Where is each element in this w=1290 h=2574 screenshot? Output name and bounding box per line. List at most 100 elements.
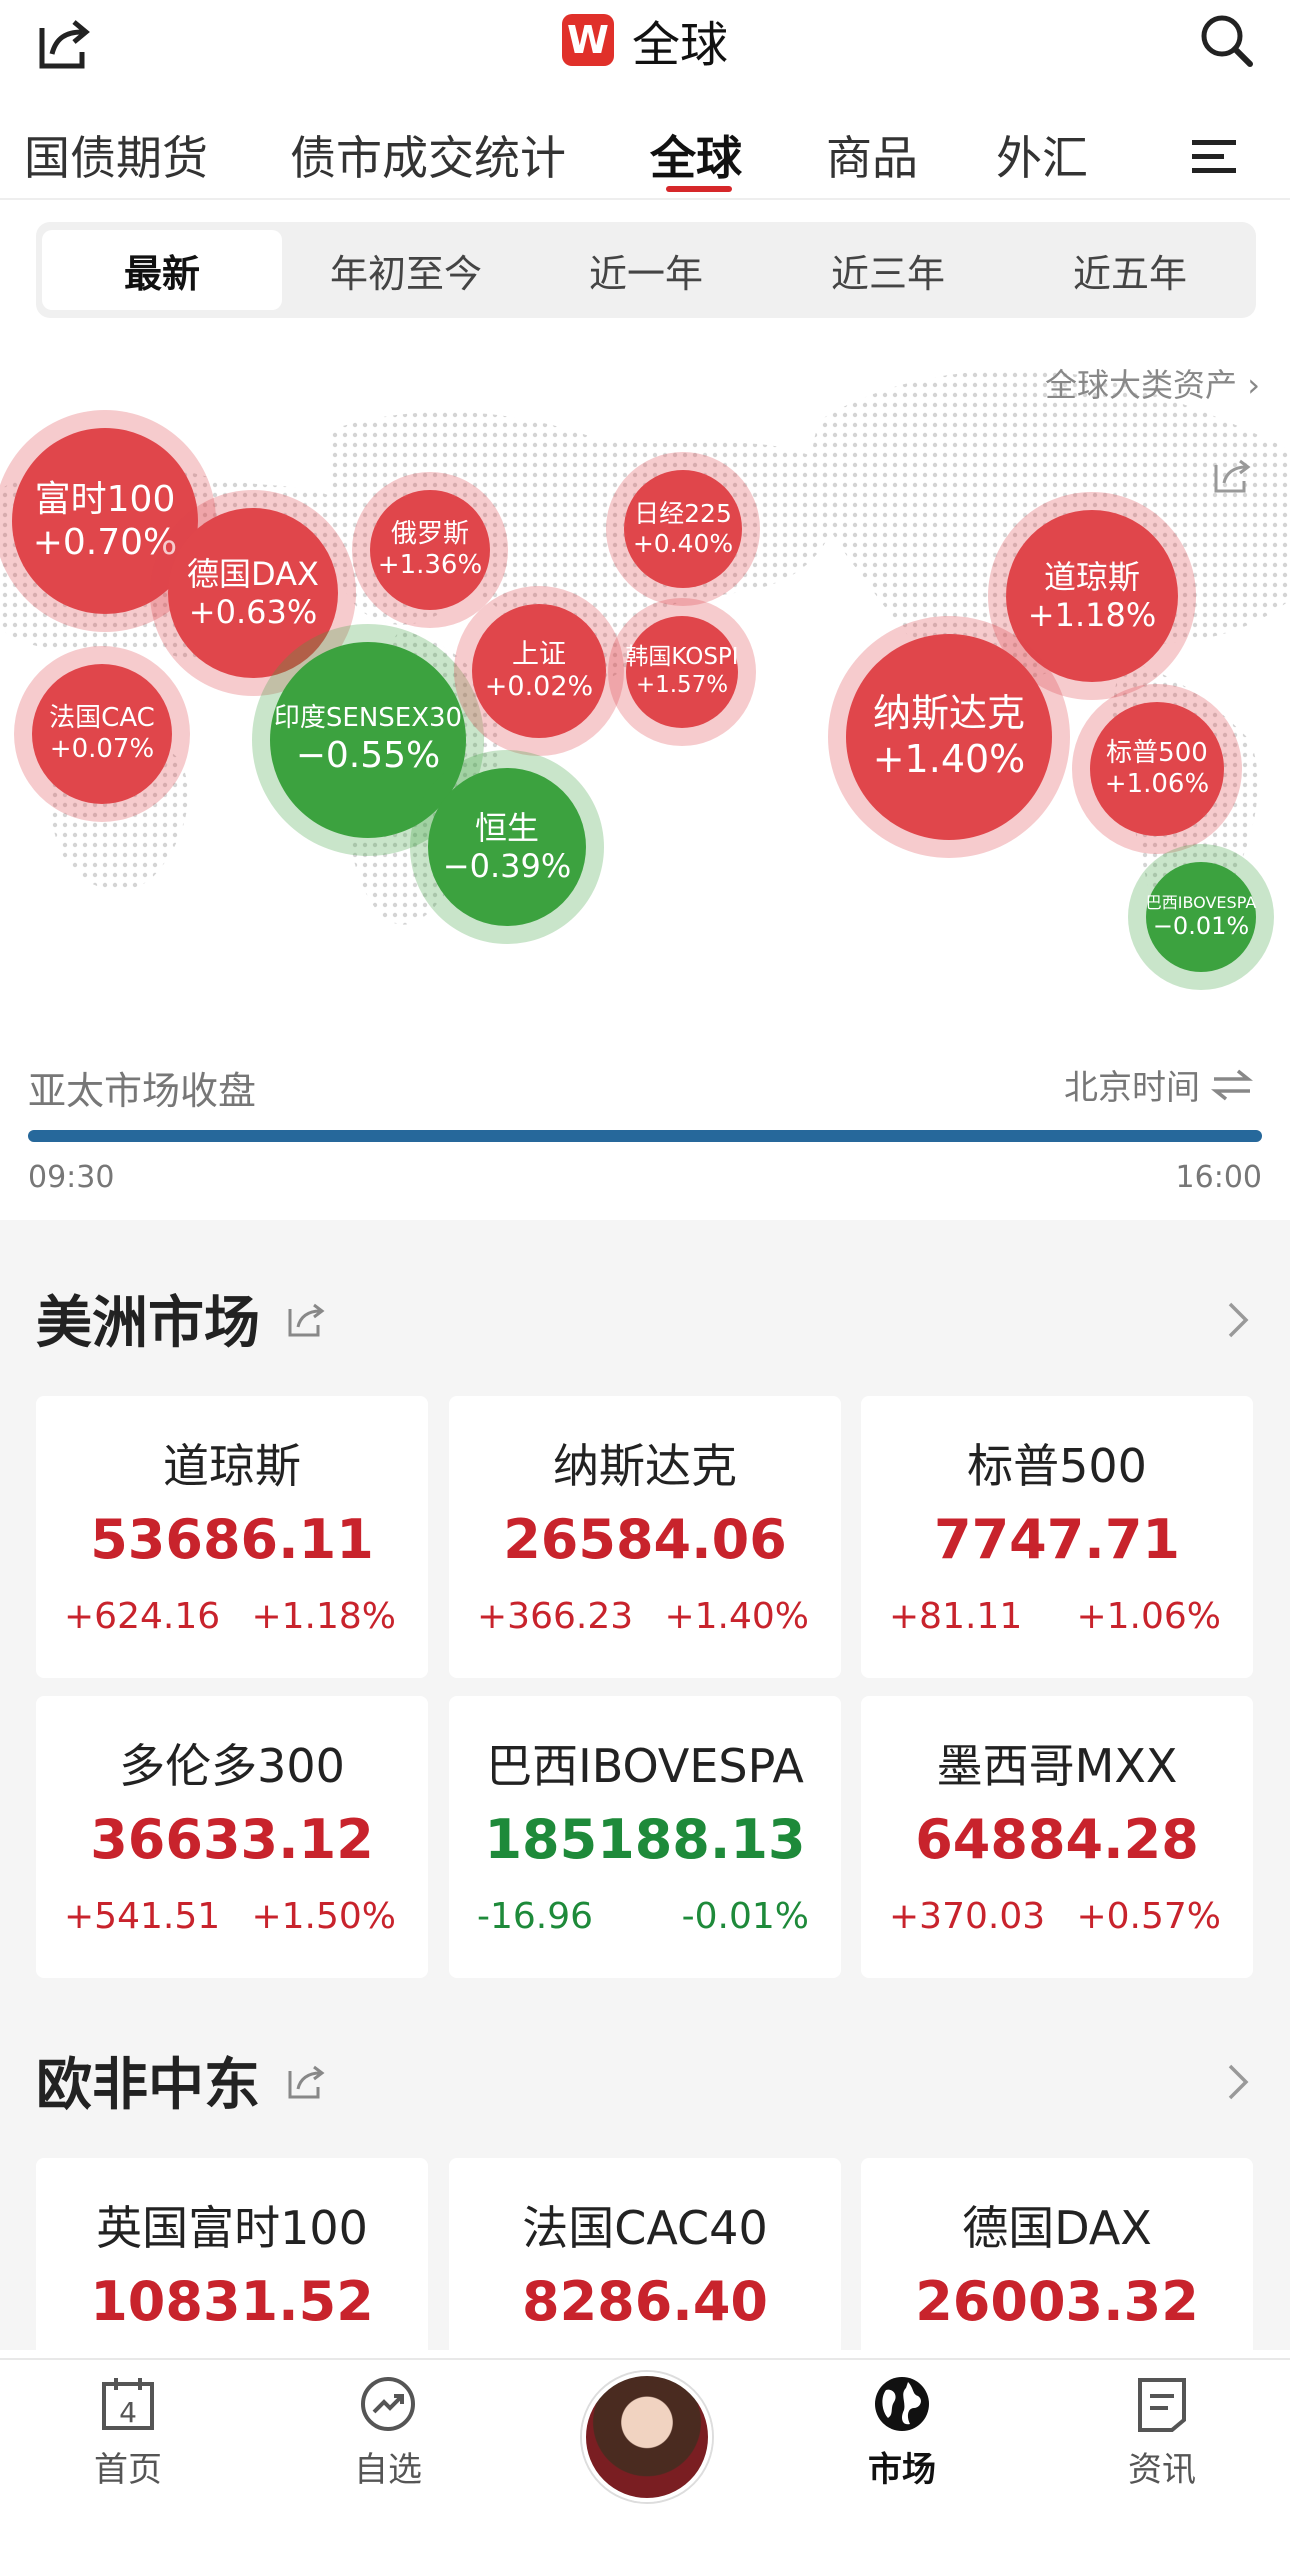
nav-label: 市场 — [868, 2450, 936, 2490]
bubble-kospi[interactable]: 韩国KOSPI +1.57% — [625, 616, 739, 728]
globe-icon — [875, 2377, 929, 2431]
period-latest[interactable]: 最新 — [42, 230, 282, 310]
market-card-ftse100[interactable]: 英国富时100 10831.52 — [36, 2158, 428, 2358]
emea-header[interactable]: 欧非中东 — [36, 2040, 326, 2121]
nav-market[interactable]: 市场 — [822, 2374, 982, 2491]
nav-label: 资讯 — [1128, 2450, 1196, 2490]
tab-global[interactable]: 全球 — [650, 122, 742, 188]
chevron-right-icon[interactable] — [1224, 2062, 1252, 2102]
period-selector: 最新 年初至今 近一年 近三年 近五年 — [36, 222, 1256, 318]
divider — [0, 198, 1290, 200]
title-bar: W 全球 — [0, 0, 1290, 80]
tab-commodities[interactable]: 商品 — [826, 122, 918, 188]
card-name: 纳斯达克 — [553, 1439, 737, 1493]
tab-treasury-futures[interactable]: 国债期货 — [24, 122, 208, 188]
card-name: 多伦多300 — [119, 1739, 345, 1793]
period-5y[interactable]: 近五年 — [1010, 230, 1250, 310]
tab-forex[interactable]: 外汇 — [996, 122, 1088, 188]
active-tab-indicator — [666, 186, 732, 192]
card-percent: -0.01% — [681, 1896, 809, 1937]
card-percent: +0.57% — [1076, 1896, 1221, 1937]
market-card-dowjones[interactable]: 道琼斯 53686.11 +624.16 +1.18% — [36, 1396, 428, 1678]
bubble-cac[interactable]: 法国CAC +0.07% — [32, 664, 172, 804]
bubble-ibovespa[interactable]: 巴西IBOVESPA −0.01% — [1146, 862, 1256, 972]
session-status: 亚太市场收盘 — [28, 1069, 257, 1113]
market-card-nasdaq[interactable]: 纳斯达克 26584.06 +366.23 +1.40% — [449, 1396, 841, 1678]
card-name: 德国DAX — [962, 2201, 1152, 2255]
market-card-mxx[interactable]: 墨西哥MXX 64884.28 +370.03 +0.57% — [861, 1696, 1253, 1978]
bubble-dax[interactable]: 德国DAX +0.63% — [168, 508, 338, 678]
card-change: +370.03 — [889, 1896, 1046, 1937]
market-card-tsx300[interactable]: 多伦多300 36633.12 +541.51 +1.50% — [36, 1696, 428, 1978]
bubble-shanghai[interactable]: 上证 +0.02% — [472, 604, 606, 738]
map-share-icon[interactable] — [1212, 455, 1252, 495]
chevron-right-icon[interactable] — [1224, 1300, 1252, 1340]
tab-bond-stats[interactable]: 债市成交统计 — [290, 122, 566, 188]
assistant-avatar[interactable] — [582, 2372, 712, 2502]
session-start-time: 09:30 — [28, 1160, 115, 1195]
timezone-toggle[interactable]: 北京时间 — [1064, 1060, 1254, 1109]
card-percent: +1.50% — [251, 1896, 396, 1937]
nav-news[interactable]: 资讯 — [1082, 2374, 1242, 2491]
bubble-hangseng[interactable]: 恒生 −0.39% — [428, 768, 586, 926]
americas-title: 美洲市场 — [36, 1291, 260, 1356]
card-change: +541.51 — [64, 1896, 221, 1937]
search-icon[interactable] — [1196, 10, 1256, 70]
card-percent: +1.06% — [1076, 1596, 1221, 1637]
timezone-label: 北京时间 — [1064, 1068, 1200, 1108]
trend-icon — [361, 2377, 415, 2431]
card-value: 53686.11 — [90, 1508, 374, 1571]
market-card-sp500[interactable]: 标普500 7747.71 +81.11 +1.06% — [861, 1396, 1253, 1678]
emea-title: 欧非中东 — [36, 2053, 260, 2118]
card-value: 36633.12 — [90, 1808, 374, 1871]
share-icon[interactable] — [286, 2061, 326, 2101]
market-card-ibovespa[interactable]: 巴西IBOVESPA 185188.13 -16.96 -0.01% — [449, 1696, 841, 1978]
session-end-time: 16:00 — [1175, 1160, 1262, 1195]
market-card-dax[interactable]: 德国DAX 26003.32 — [861, 2158, 1253, 2358]
svg-text:4: 4 — [119, 2396, 137, 2429]
bubble-dowjones[interactable]: 道琼斯 +1.18% — [1006, 510, 1178, 682]
bubble-russia[interactable]: 俄罗斯 +1.36% — [370, 490, 490, 610]
market-card-cac40[interactable]: 法国CAC40 8286.40 — [449, 2158, 841, 2358]
card-value: 26584.06 — [503, 1508, 787, 1571]
period-3y[interactable]: 近三年 — [768, 230, 1008, 310]
card-name: 英国富时100 — [96, 2201, 368, 2255]
share-icon[interactable] — [286, 1299, 326, 1339]
card-value: 8286.40 — [522, 2270, 768, 2333]
card-percent: +1.40% — [664, 1596, 809, 1637]
card-name: 标普500 — [967, 1439, 1147, 1493]
period-1y[interactable]: 近一年 — [526, 230, 766, 310]
card-value: 185188.13 — [484, 1808, 806, 1871]
card-change: +81.11 — [889, 1596, 1023, 1637]
nav-label: 自选 — [354, 2450, 422, 2490]
session-progress-fill — [28, 1130, 1262, 1142]
card-change: +366.23 — [477, 1596, 634, 1637]
card-percent: +1.18% — [251, 1596, 396, 1637]
bubble-nasdaq[interactable]: 纳斯达克 +1.40% — [846, 634, 1052, 840]
card-value: 64884.28 — [915, 1808, 1199, 1871]
bubble-sp500[interactable]: 标普500 +1.06% — [1090, 702, 1224, 836]
top-tabs: 国债期货 债市成交统计 全球 商品 外汇 — [0, 112, 1290, 202]
card-value: 10831.52 — [90, 2270, 374, 2333]
card-value: 7747.71 — [934, 1508, 1180, 1571]
bubble-nikkei225[interactable]: 日经225 +0.40% — [624, 470, 742, 588]
americas-header[interactable]: 美洲市场 — [36, 1278, 326, 1359]
card-name: 墨西哥MXX — [936, 1739, 1178, 1793]
calendar-icon: 4 — [102, 2378, 154, 2430]
nav-label: 首页 — [94, 2450, 162, 2490]
nav-watchlist[interactable]: 自选 — [308, 2374, 468, 2491]
global-assets-link[interactable]: 全球大类资产 › — [1045, 360, 1260, 406]
card-name: 巴西IBOVESPA — [486, 1739, 804, 1793]
page-title: 全球 — [631, 17, 728, 73]
menu-icon[interactable] — [1190, 136, 1238, 176]
news-icon — [1138, 2378, 1186, 2432]
card-change: +624.16 — [64, 1596, 221, 1637]
swap-icon — [1211, 1069, 1253, 1100]
nav-home[interactable]: 4 首页 — [48, 2374, 208, 2491]
card-value: 26003.32 — [915, 2270, 1199, 2333]
card-name: 道琼斯 — [163, 1439, 301, 1493]
period-ytd[interactable]: 年初至今 — [286, 230, 526, 310]
card-name: 法国CAC40 — [522, 2201, 768, 2255]
app-logo: W — [561, 14, 614, 66]
card-change: -16.96 — [477, 1896, 594, 1937]
